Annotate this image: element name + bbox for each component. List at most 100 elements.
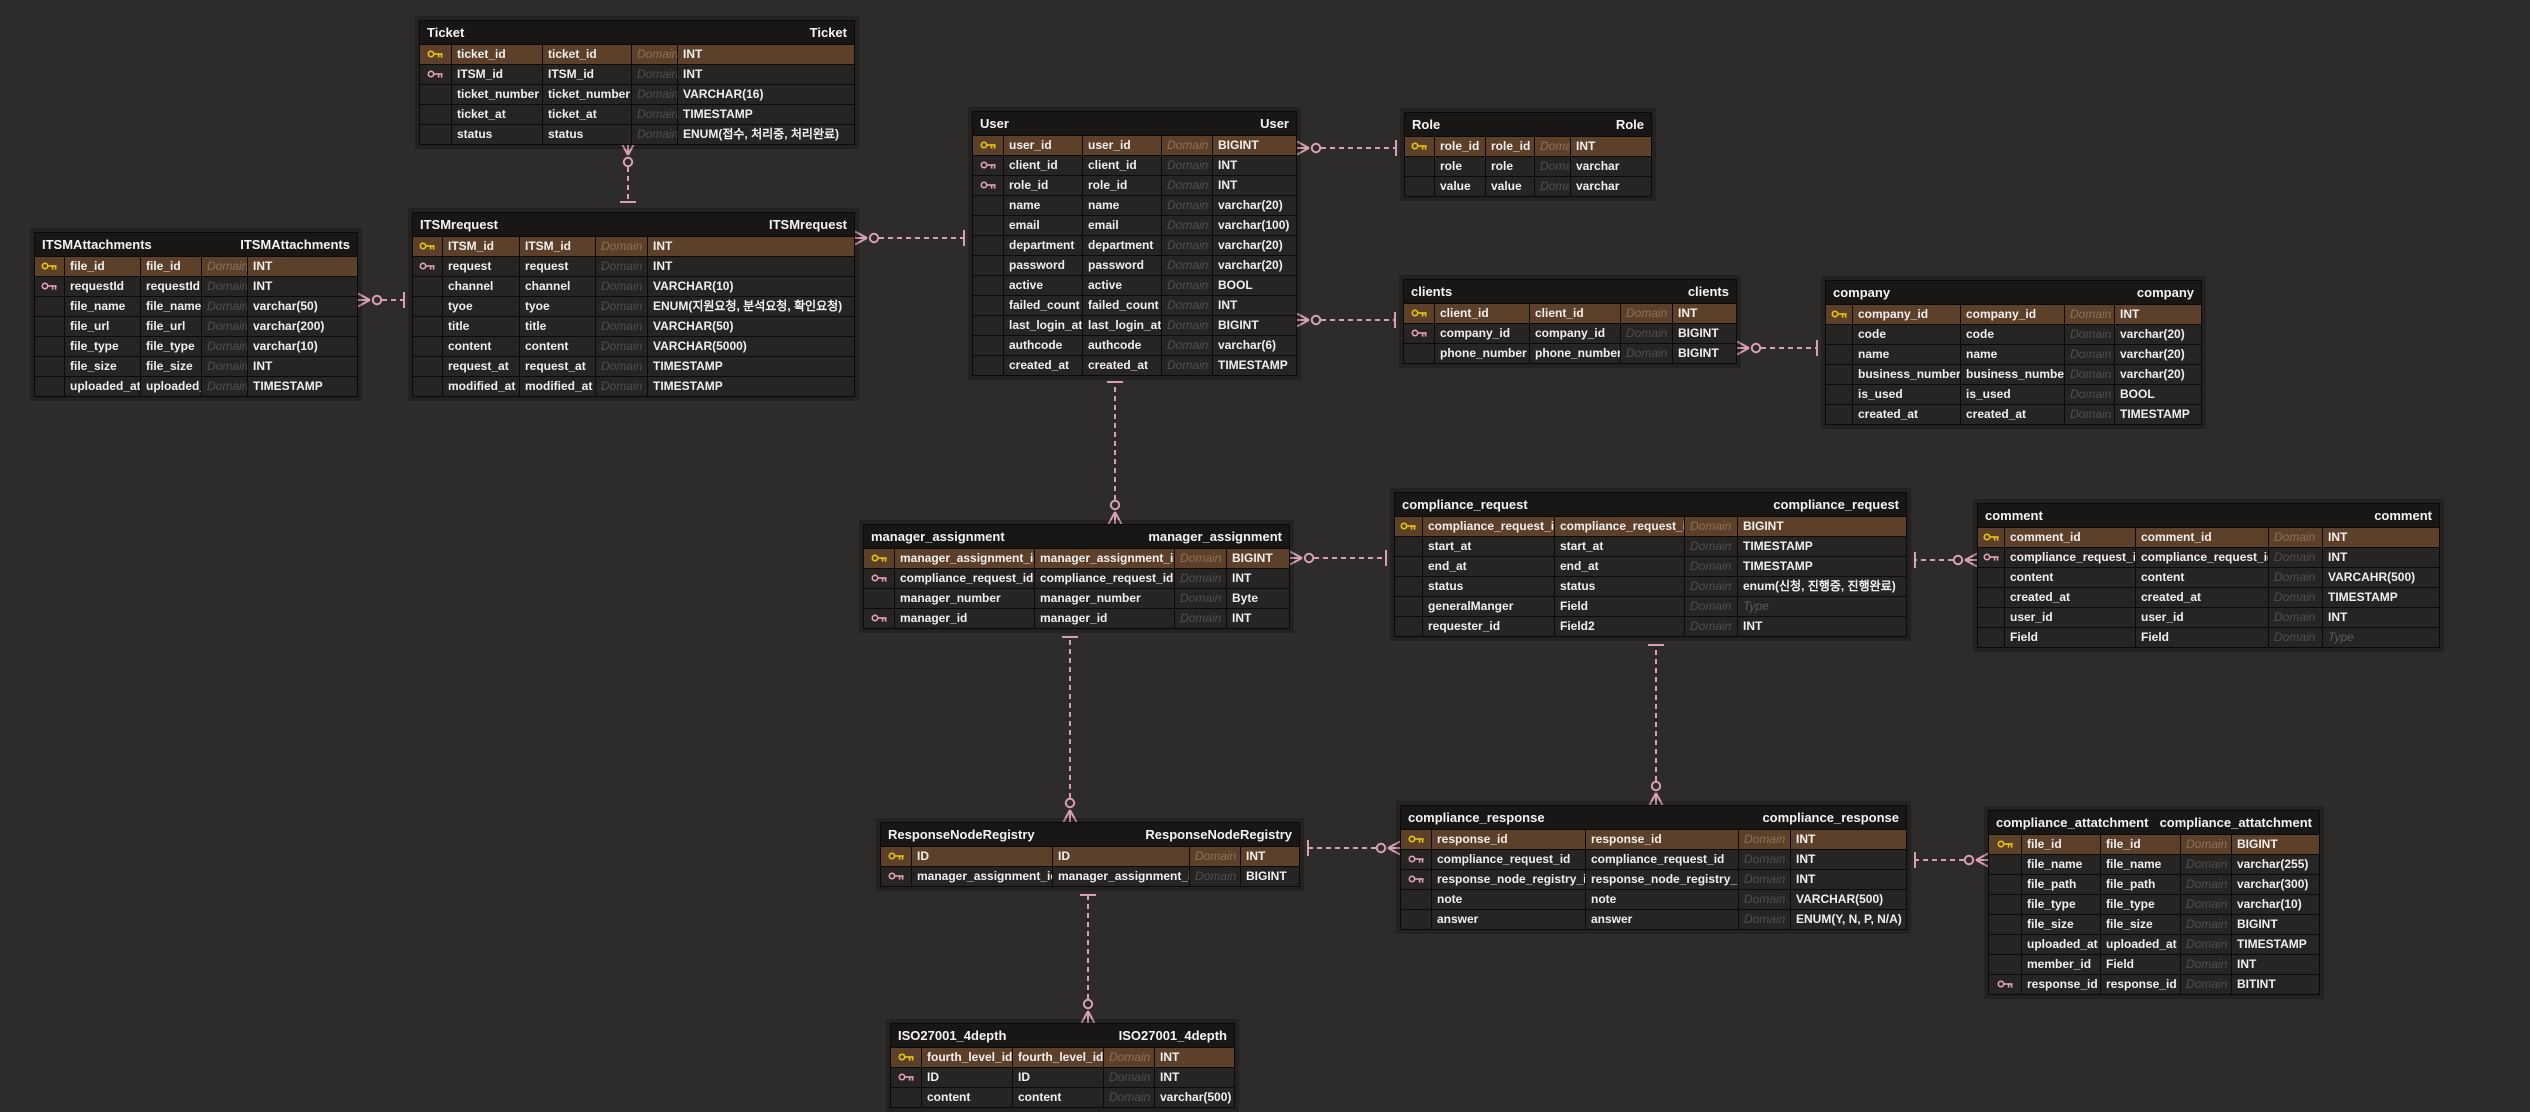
column-row-manager_number[interactable]: manager_numbermanager_numberDomainByte — [864, 589, 1289, 608]
relationship-itsmattachments-itsmrequest[interactable] — [358, 292, 404, 308]
column-row-compliance_request_id[interactable]: compliance_request_idcompliance_request_… — [1978, 548, 2439, 567]
column-row-manager_assignment_id[interactable]: manager_assignment_idmanager_assignment_… — [864, 549, 1289, 568]
table-header-ResponseNodeRegistry[interactable]: ResponseNodeRegistryResponseNodeRegistry — [881, 823, 1299, 846]
column-row-requestId[interactable]: requestIdrequestIdDomainINT — [35, 277, 357, 296]
table-header-Role[interactable]: RoleRole — [1405, 113, 1651, 136]
column-row-client_id[interactable]: client_idclient_idDomainINT — [1404, 304, 1736, 323]
column-row-last_login_at[interactable]: last_login_atlast_login_atDomainBIGINT — [973, 316, 1296, 335]
table-ITSMAttachments[interactable]: ITSMAttachmentsITSMAttachmentsfile_idfil… — [34, 232, 358, 397]
table-header-User[interactable]: UserUser — [973, 112, 1296, 135]
column-row-uploaded_at[interactable]: uploaded_atuploaded_atDomainTIMESTAMP — [1989, 935, 2319, 954]
column-row-compliance_request_id[interactable]: compliance_request_idcompliance_request_… — [1401, 850, 1906, 869]
column-row-requester_id[interactable]: requester_idField2DomainINT — [1395, 617, 1906, 636]
column-row-content[interactable]: contentcontentDomainVARCHAR(5000) — [413, 337, 854, 356]
column-row-password[interactable]: passwordpasswordDomainvarchar(20) — [973, 256, 1296, 275]
column-row-file_size[interactable]: file_sizefile_sizeDomainINT — [35, 357, 357, 376]
table-comment[interactable]: commentcommentcomment_idcomment_idDomain… — [1977, 503, 2440, 648]
relationship-compliance_request-compliance_response[interactable] — [1648, 645, 1664, 805]
table-header-clients[interactable]: clientsclients — [1404, 280, 1736, 303]
table-header-ISO27001_4depth[interactable]: ISO27001_4depthISO27001_4depth — [891, 1024, 1234, 1047]
column-row-company_id[interactable]: company_idcompany_idDomainBIGINT — [1404, 324, 1736, 343]
column-row-manager_assignment_id[interactable]: manager_assignment_idmanager_assignment_… — [881, 867, 1299, 886]
column-row-created_at[interactable]: created_atcreated_atDomainTIMESTAMP — [973, 356, 1296, 375]
er-diagram-canvas[interactable]: TicketTicketticket_idticket_idDomainINTI… — [0, 0, 2530, 1112]
column-row-ID[interactable]: IDIDDomainINT — [881, 847, 1299, 866]
column-row-fourth_level_id[interactable]: fourth_level_idfourth_level_idDomainINT — [891, 1048, 1234, 1067]
column-row-response_id[interactable]: response_idresponse_idDomainBITINT — [1989, 975, 2319, 994]
column-row-name[interactable]: namenameDomainvarchar(20) — [1826, 345, 2201, 364]
column-row-business_number[interactable]: business_numberbusiness_numberDomainvarc… — [1826, 365, 2201, 384]
relationship-manager_assignment-responsenoderegistry[interactable] — [1062, 637, 1078, 822]
relationship-manager_assignment-compliance_request[interactable] — [1290, 550, 1386, 566]
column-row-is_used[interactable]: is_usedis_usedDomainBOOL — [1826, 385, 2201, 404]
relationship-ticket-itsmrequest[interactable] — [620, 143, 636, 202]
relationship-responsenoderegistry-iso27001_4depth[interactable] — [1080, 895, 1096, 1023]
column-row-content[interactable]: contentcontentDomainVARCAHR(500) — [1978, 568, 2439, 587]
table-clients[interactable]: clientsclientsclient_idclient_idDomainIN… — [1403, 279, 1737, 364]
column-row-file_type[interactable]: file_typefile_typeDomainvarchar(10) — [1989, 895, 2319, 914]
table-ITSMrequest[interactable]: ITSMrequestITSMrequestITSM_idITSM_idDoma… — [412, 212, 855, 397]
column-row-file_url[interactable]: file_urlfile_urlDomainvarchar(200) — [35, 317, 357, 336]
column-row-client_id[interactable]: client_idclient_idDomainINT — [973, 156, 1296, 175]
column-row-member_id[interactable]: member_idFieldDomainINT — [1989, 955, 2319, 974]
column-row-authcode[interactable]: authcodeauthcodeDomainvarchar(6) — [973, 336, 1296, 355]
table-compliance_request[interactable]: compliance_requestcompliance_requestcomp… — [1394, 492, 1907, 637]
relationship-compliance_request-comment[interactable] — [1915, 552, 1977, 568]
table-header-compliance_response[interactable]: compliance_responsecompliance_response — [1401, 806, 1906, 829]
column-row-company_id[interactable]: company_idcompany_idDomainINT — [1826, 305, 2201, 324]
column-row-email[interactable]: emailemailDomainvarchar(100) — [973, 216, 1296, 235]
column-row-response_node_registry_id[interactable]: response_node_registry_idresponse_node_r… — [1401, 870, 1906, 889]
table-header-comment[interactable]: commentcomment — [1978, 504, 2439, 527]
relationship-clients-company[interactable] — [1737, 340, 1817, 356]
column-row-file_path[interactable]: file_pathfile_pathDomainvarchar(300) — [1989, 875, 2319, 894]
column-row-ITSM_id[interactable]: ITSM_idITSM_idDomainINT — [420, 65, 854, 84]
column-row-value[interactable]: valuevalueDomainvarchar — [1405, 177, 1651, 196]
column-row-generalManger[interactable]: generalMangerFieldDomainType — [1395, 597, 1906, 616]
table-Ticket[interactable]: TicketTicketticket_idticket_idDomainINTI… — [419, 20, 855, 145]
column-row-user_id[interactable]: user_iduser_idDomainBIGINT — [973, 136, 1296, 155]
column-row-modified_at[interactable]: modified_atmodified_atDomainTIMESTAMP — [413, 377, 854, 396]
table-ISO27001_4depth[interactable]: ISO27001_4depthISO27001_4depthfourth_lev… — [890, 1023, 1235, 1108]
column-row-file_id[interactable]: file_idfile_idDomainINT — [35, 257, 357, 276]
column-row-compliance_request_id[interactable]: compliance_request_idcompliance_request_… — [1395, 517, 1906, 536]
column-row-end_at[interactable]: end_atend_atDomainTIMESTAMP — [1395, 557, 1906, 576]
column-row-created_at[interactable]: created_atcreated_atDomainTIMESTAMP — [1978, 588, 2439, 607]
table-ResponseNodeRegistry[interactable]: ResponseNodeRegistryResponseNodeRegistry… — [880, 822, 1300, 887]
table-Role[interactable]: RoleRolerole_idrole_idDomainINTroleroleD… — [1404, 112, 1652, 197]
table-header-company[interactable]: companycompany — [1826, 281, 2201, 304]
column-row-comment_id[interactable]: comment_idcomment_idDomainINT — [1978, 528, 2439, 547]
table-manager_assignment[interactable]: manager_assignmentmanager_assignmentmana… — [863, 524, 1290, 629]
table-header-manager_assignment[interactable]: manager_assignmentmanager_assignment — [864, 525, 1289, 548]
column-row-code[interactable]: codecodeDomainvarchar(20) — [1826, 325, 2201, 344]
table-header-compliance_attatchment[interactable]: compliance_attatchmentcompliance_attatch… — [1989, 811, 2319, 834]
column-row-manager_id[interactable]: manager_idmanager_idDomainINT — [864, 609, 1289, 628]
column-row-ticket_at[interactable]: ticket_atticket_atDomainTIMESTAMP — [420, 105, 854, 124]
table-compliance_response[interactable]: compliance_responsecompliance_responsere… — [1400, 805, 1907, 930]
column-row-answer[interactable]: answeranswerDomainENUM(Y, N, P, N/A) — [1401, 910, 1906, 929]
column-row-file_name[interactable]: file_namefile_nameDomainvarchar(50) — [35, 297, 357, 316]
relationship-itsmrequest-user[interactable] — [855, 230, 964, 246]
column-row-note[interactable]: notenoteDomainVARCHAR(500) — [1401, 890, 1906, 909]
relationship-user-role[interactable] — [1297, 140, 1396, 156]
column-row-failed_count[interactable]: failed_countfailed_countDomainINT — [973, 296, 1296, 315]
column-row-name[interactable]: namenameDomainvarchar(20) — [973, 196, 1296, 215]
table-header-ITSMAttachments[interactable]: ITSMAttachmentsITSMAttachments — [35, 233, 357, 256]
column-row-department[interactable]: departmentdepartmentDomainvarchar(20) — [973, 236, 1296, 255]
table-company[interactable]: companycompanycompany_idcompany_idDomain… — [1825, 280, 2202, 425]
table-header-ITSMrequest[interactable]: ITSMrequestITSMrequest — [413, 213, 854, 236]
column-row-role_id[interactable]: role_idrole_idDomainINT — [1405, 137, 1651, 156]
column-row-request[interactable]: requestrequestDomainINT — [413, 257, 854, 276]
column-row-title[interactable]: titletitleDomainVARCHAR(50) — [413, 317, 854, 336]
column-row-compliance_request_id[interactable]: compliance_request_idcompliance_request_… — [864, 569, 1289, 588]
column-row-content[interactable]: contentcontentDomainvarchar(500) — [891, 1088, 1234, 1107]
table-header-compliance_request[interactable]: compliance_requestcompliance_request — [1395, 493, 1906, 516]
column-row-ITSM_id[interactable]: ITSM_idITSM_idDomainINT — [413, 237, 854, 256]
column-row-response_id[interactable]: response_idresponse_idDomainINT — [1401, 830, 1906, 849]
column-row-created_at[interactable]: created_atcreated_atDomainTIMESTAMP — [1826, 405, 2201, 424]
relationship-responsenoderegistry-compliance_response[interactable] — [1308, 840, 1400, 856]
column-row-file_size[interactable]: file_sizefile_sizeDomainBIGINT — [1989, 915, 2319, 934]
column-row-file_type[interactable]: file_typefile_typeDomainvarchar(10) — [35, 337, 357, 356]
column-row-file_id[interactable]: file_idfile_idDomainBIGINT — [1989, 835, 2319, 854]
column-row-channel[interactable]: channelchannelDomainVARCHAR(10) — [413, 277, 854, 296]
column-row-ticket_id[interactable]: ticket_idticket_idDomainINT — [420, 45, 854, 64]
